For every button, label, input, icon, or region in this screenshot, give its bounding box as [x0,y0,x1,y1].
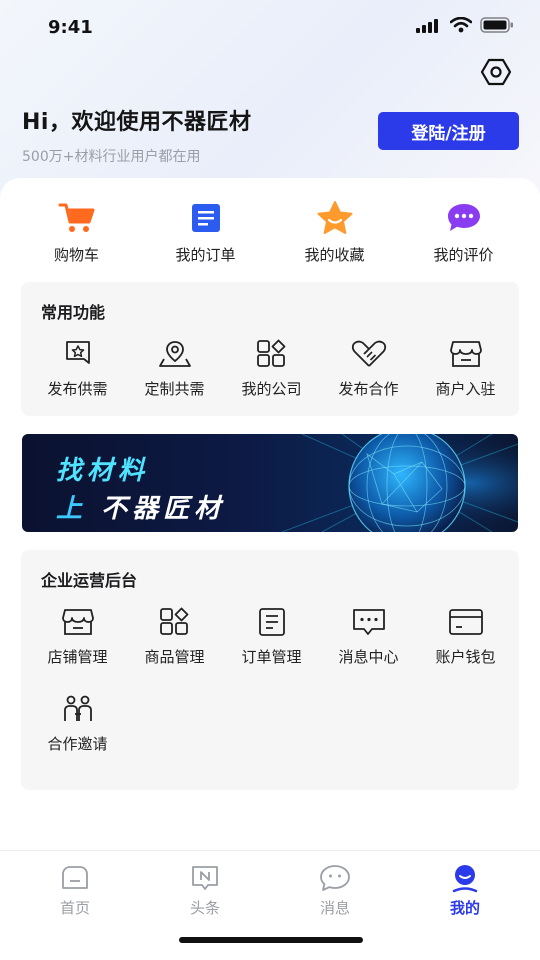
common-functions-grid: 发布供需 定制共需 我的公司 发布合作 商户入驻 [29,338,515,399]
backend-cooperation-invite[interactable]: 合作邀请 [29,693,126,754]
function-label: 发布供需 [47,380,108,398]
status-icons [416,16,514,37]
quick-action-label: 我的评价 [433,246,494,264]
star-icon [315,200,355,236]
quick-actions: 购物车 我的订单 我的收藏 我的评价 [0,200,540,270]
order-doc-icon [254,606,290,638]
company-grid-icon [254,338,290,370]
function-label: 商户入驻 [435,380,496,398]
backend-label: 商品管理 [144,648,205,666]
banner-line-2: 上 不器匠材 [56,488,225,525]
store-icon [448,338,484,370]
profile-icon [448,863,482,893]
handshake-icon [351,338,387,370]
function-custom-demand[interactable]: 定制共需 [126,338,223,399]
tab-profile[interactable]: 我的 [415,851,515,960]
quick-action-label: 我的收藏 [304,246,365,264]
comment-icon [444,200,484,236]
publish-supply-icon [60,338,96,370]
banner-line-2-rest: 不器匠材 [101,494,226,524]
backend-label: 合作邀请 [47,735,108,753]
tab-label: 我的 [449,899,480,917]
backend-label: 订单管理 [241,648,302,666]
banner-line-1: 找材料 [56,456,150,486]
backend-account-wallet[interactable]: 账户钱包 [417,606,514,667]
shop-icon [60,606,96,638]
quick-action-label: 我的订单 [175,246,236,264]
function-publish-cooperation[interactable]: 发布合作 [320,338,417,399]
enterprise-backend-panel: 企业运营后台 店铺管理 商品管理 订单管理 消息中心 账户钱包 合作邀请 [21,550,519,790]
quick-action-reviews[interactable]: 我的评价 [404,200,524,270]
function-label: 定制共需 [144,380,205,398]
tab-messages[interactable]: 消息 [285,851,385,960]
panel-title: 常用功能 [41,303,106,322]
greeting-title: Hi，欢迎使用不器匠材 [22,110,252,135]
chat-icon [318,863,352,893]
function-label: 发布合作 [338,380,399,398]
greeting-subtitle: 500万+材料行业用户都在用 [22,149,201,165]
quick-action-orders[interactable]: 我的订单 [146,200,266,270]
tab-label: 消息 [319,899,350,917]
wifi-icon [449,16,473,37]
home-icon [58,863,92,893]
backend-shop-management[interactable]: 店铺管理 [29,606,126,667]
message-icon [351,606,387,638]
backend-label: 店铺管理 [47,648,108,666]
panel-title: 企业运营后台 [41,571,138,590]
settings-button[interactable] [478,58,514,90]
enterprise-backend-grid: 店铺管理 商品管理 订单管理 消息中心 账户钱包 合作邀请 [29,606,515,754]
tab-home[interactable]: 首页 [25,851,125,960]
quick-action-favorites[interactable]: 我的收藏 [275,200,395,270]
order-list-icon [186,200,226,236]
login-register-button[interactable]: 登陆/注册 [378,112,519,150]
wallet-icon [448,606,484,638]
backend-label: 消息中心 [338,648,399,666]
cart-icon [57,200,97,236]
status-bar: 9:41 [0,0,540,54]
function-merchant-entry[interactable]: 商户入驻 [417,338,514,399]
tab-label: 头条 [189,899,220,917]
settings-hexagon-icon [480,58,512,90]
news-icon [188,863,222,893]
greeting-block: Hi，欢迎使用不器匠材 500万+材料行业用户都在用 [22,104,251,166]
function-publish-supply[interactable]: 发布供需 [29,338,126,399]
backend-goods-management[interactable]: 商品管理 [126,606,223,667]
goods-grid-icon [157,606,193,638]
backend-message-center[interactable]: 消息中心 [320,606,417,667]
banner-line-2-accent: 上 [56,494,88,524]
home-indicator[interactable] [179,937,363,943]
quick-action-label: 购物车 [53,246,99,264]
quick-action-cart[interactable]: 购物车 [17,200,137,270]
backend-order-management[interactable]: 订单管理 [223,606,320,667]
invite-people-icon [60,693,96,725]
signal-icon [416,18,442,37]
common-functions-panel: 常用功能 发布供需 定制共需 我的公司 发布合作 商户入驻 [21,282,519,416]
tab-news[interactable]: 头条 [155,851,255,960]
function-my-company[interactable]: 我的公司 [223,338,320,399]
battery-icon [480,17,514,37]
bottom-tab-bar: 首页 头条 消息 我的 [0,850,540,960]
location-pin-icon [157,338,193,370]
status-time: 9:41 [48,16,93,38]
tab-label: 首页 [59,899,90,917]
function-label: 我的公司 [241,380,302,398]
promo-banner[interactable]: 找材料 上 不器匠材 [22,434,518,532]
backend-label: 账户钱包 [435,648,496,666]
